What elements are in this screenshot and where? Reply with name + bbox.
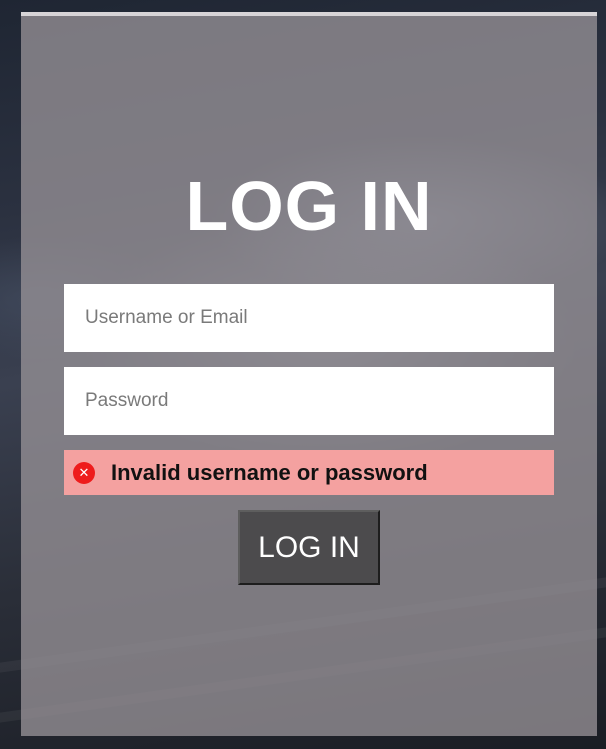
error-text: Invalid username or password [111,459,428,485]
password-input[interactable] [64,367,554,435]
error-message: ✕ Invalid username or password [64,450,554,495]
username-input[interactable] [64,284,554,352]
login-button[interactable]: LOG IN [238,510,380,585]
page-title: LOG IN [185,167,433,245]
login-panel: LOG IN ✕ Invalid username or password LO… [21,12,597,736]
error-icon: ✕ [73,461,95,484]
